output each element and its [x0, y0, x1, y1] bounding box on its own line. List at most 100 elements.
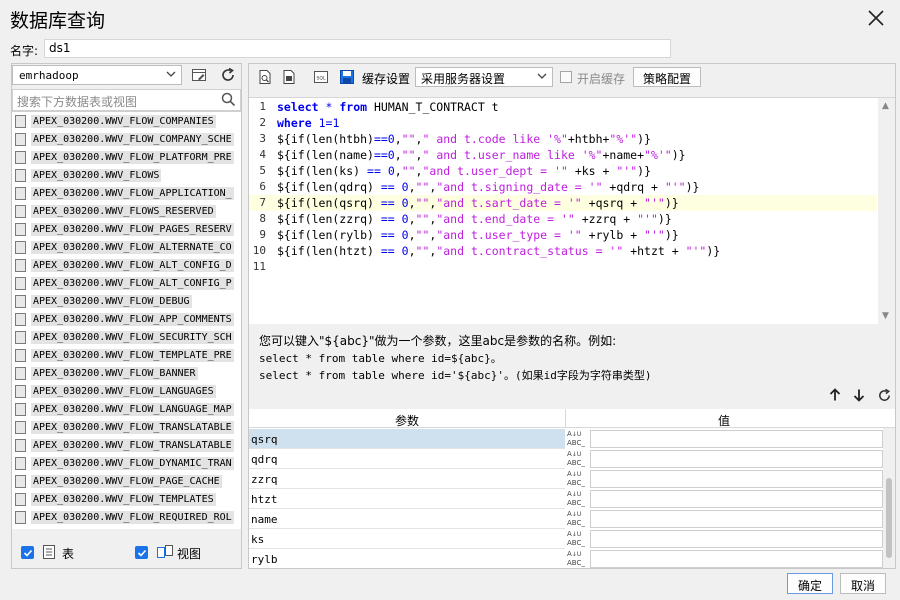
- sql-line-text: ${if(len(zzrq) == 0,"","and t.end_date =…: [277, 212, 672, 226]
- table-list-item[interactable]: APEX_030200.WWV_FLOWS_RESERVED: [12, 202, 241, 220]
- table-list-item[interactable]: APEX_030200.WWV_FLOW_TEMPLATE_PRE: [12, 346, 241, 364]
- param-type-icon[interactable]: A↓U ABC_: [567, 450, 587, 468]
- enable-cache-checkbox[interactable]: [560, 71, 572, 83]
- name-input[interactable]: ds1: [44, 39, 671, 58]
- sql-button[interactable]: SQL: [312, 68, 330, 86]
- param-type-icon[interactable]: A↓U ABC_: [567, 510, 587, 528]
- move-param-up-button[interactable]: [826, 386, 844, 404]
- table-icon: [15, 114, 26, 128]
- param-value-input[interactable]: [590, 490, 883, 508]
- export-button[interactable]: [280, 68, 298, 86]
- table-list-item[interactable]: APEX_030200.WWV_FLOW_PLATFORM_PRE: [12, 148, 241, 166]
- cancel-button[interactable]: 取消: [840, 573, 886, 594]
- refresh-icon: [222, 67, 234, 81]
- parameter-row[interactable]: zzrq A↓U ABC_: [249, 469, 883, 489]
- table-list-item[interactable]: APEX_030200.WWV_FLOW_ALT_CONFIG_P: [12, 274, 241, 292]
- preview-button[interactable]: [256, 68, 274, 86]
- move-param-down-button[interactable]: [850, 386, 868, 404]
- table-browser-panel: emrhadoop 搜索下方数据表或视图 APEX_030200.WWV_FLO…: [11, 63, 242, 569]
- param-type-icon[interactable]: A↓U ABC_: [567, 550, 587, 568]
- param-value-input[interactable]: [590, 470, 883, 488]
- preview-icon: [259, 70, 271, 84]
- parameter-row[interactable]: name A↓U ABC_: [249, 509, 883, 529]
- cache-mode-value: 采用服务器设置: [421, 72, 506, 86]
- table-list-item[interactable]: APEX_030200.WWV_FLOW_APPLICATION_: [12, 184, 241, 202]
- table-list-item[interactable]: APEX_030200.WWV_FLOW_DYNAMIC_TRAN: [12, 454, 241, 472]
- view-type-icon: [156, 544, 174, 563]
- param-value-input[interactable]: [590, 510, 883, 528]
- table-list-item[interactable]: APEX_030200.WWV_FLOW_TRANSLATABLE: [12, 418, 241, 436]
- table-list-item[interactable]: APEX_030200.WWV_FLOW_LANGUAGES: [12, 382, 241, 400]
- scrollbar-thumb[interactable]: [886, 478, 892, 558]
- param-value-input[interactable]: [590, 530, 883, 548]
- chevron-down-icon: [536, 70, 548, 85]
- table-icon: [15, 222, 26, 236]
- parameter-row[interactable]: qsrq A↓U ABC_: [249, 429, 883, 449]
- param-type-icon[interactable]: A↓U ABC_: [567, 530, 587, 548]
- chevron-down-icon: [165, 68, 177, 83]
- edit-datasource-button[interactable]: [188, 65, 210, 85]
- sql-line: 9 ${if(len(rylb) == 0,"","and t.user_type…: [249, 227, 877, 243]
- editor-scrollbar[interactable]: ▲ ▼: [878, 98, 895, 324]
- parameter-row[interactable]: rylb A↓U ABC_: [249, 549, 883, 568]
- search-icon[interactable]: [221, 92, 236, 110]
- table-list-item[interactable]: APEX_030200.WWV_FLOW_BANNER: [12, 364, 241, 382]
- parameter-row[interactable]: qdrq A↓U ABC_: [249, 449, 883, 469]
- table-list-item[interactable]: APEX_030200.WWV_FLOW_ALTERNATE_CO: [12, 238, 241, 256]
- table-search-input[interactable]: 搜索下方数据表或视图: [12, 89, 241, 111]
- table-list-item[interactable]: APEX_030200.WWV_FLOW_COMPANIES: [12, 112, 241, 130]
- close-button[interactable]: [862, 5, 890, 31]
- show-tables-checkbox[interactable]: [21, 546, 34, 559]
- table-list-item[interactable]: APEX_030200.WWV_FLOW_TEMPLATES: [12, 490, 241, 508]
- table-list-item[interactable]: APEX_030200.WWV_FLOW_REQUIRED_ROL: [12, 508, 241, 526]
- save-cache-button[interactable]: [338, 68, 356, 86]
- parameter-table-scrollbar[interactable]: [883, 428, 895, 568]
- table-icon: [15, 420, 26, 434]
- refresh-params-button[interactable]: [875, 386, 893, 404]
- param-name: zzrq: [249, 469, 565, 489]
- table-list-item[interactable]: APEX_030200.WWV_FLOW_PAGES_RESERV: [12, 220, 241, 238]
- param-type-icon[interactable]: A↓U ABC_: [567, 490, 587, 508]
- table-list-item[interactable]: APEX_030200.WWV_FLOW_LANGUAGE_MAP: [12, 400, 241, 418]
- scroll-down-icon[interactable]: ▼: [882, 311, 889, 321]
- datasource-select[interactable]: emrhadoop: [12, 65, 182, 85]
- param-value-input[interactable]: [590, 550, 883, 568]
- svg-text:SQL: SQL: [317, 76, 326, 82]
- param-value-input[interactable]: [590, 450, 883, 468]
- table-list: APEX_030200.WWV_FLOW_COMPANIES APEX_0302…: [12, 111, 241, 529]
- table-list-item[interactable]: APEX_030200.WWV_FLOW_TRANSLATABLE: [12, 436, 241, 454]
- param-name: qdrq: [249, 449, 565, 469]
- sql-line-text: ${if(len(rylb) == 0,"","and t.user_type …: [277, 228, 679, 242]
- scroll-up-icon[interactable]: ▲: [882, 101, 889, 111]
- table-list-item[interactable]: APEX_030200.WWV_FLOW_PAGE_CACHE: [12, 472, 241, 490]
- table-list-item[interactable]: APEX_030200.WWV_FLOWS: [12, 166, 241, 184]
- refresh-tables-button[interactable]: [217, 65, 239, 85]
- cache-mode-select[interactable]: 采用服务器设置: [415, 67, 553, 87]
- sql-line-text: ${if(len(name)==0,""," and t.user_name l…: [277, 148, 686, 162]
- parameter-row[interactable]: htzt A↓U ABC_: [249, 489, 883, 509]
- strategy-config-button[interactable]: 策略配置: [633, 67, 701, 87]
- line-number: 4: [259, 148, 266, 161]
- param-type-icon[interactable]: A↓U ABC_: [567, 430, 587, 448]
- ok-button[interactable]: 确定: [787, 573, 833, 594]
- sql-editor[interactable]: 1 select * from HUMAN_T_CONTRACT t 2 where…: [249, 97, 895, 324]
- table-icon: [15, 132, 26, 146]
- datasource-value: emrhadoop: [19, 69, 79, 82]
- table-list-item[interactable]: APEX_030200.WWV_FLOW_DEBUG: [12, 292, 241, 310]
- show-views-checkbox[interactable]: [135, 546, 148, 559]
- table-list-item[interactable]: APEX_030200.WWV_FLOW_ALT_CONFIG_D: [12, 256, 241, 274]
- window-title: 数据库查询: [10, 10, 106, 32]
- param-type-icon[interactable]: A↓U ABC_: [567, 470, 587, 488]
- line-number: 1: [259, 100, 266, 113]
- param-value-input[interactable]: [590, 430, 883, 448]
- param-name: name: [249, 509, 565, 529]
- parameter-row[interactable]: ks A↓U ABC_: [249, 529, 883, 549]
- table-list-item[interactable]: APEX_030200.WWV_FLOW_SECURITY_SCH: [12, 328, 241, 346]
- param-name: htzt: [249, 489, 565, 509]
- table-list-item[interactable]: APEX_030200.WWV_FLOW_COMPANY_SCHE: [12, 130, 241, 148]
- table-icon: [15, 456, 26, 470]
- line-number: 11: [252, 260, 266, 273]
- arrow-down-icon: [853, 389, 865, 402]
- table-list-item[interactable]: APEX_030200.WWV_FLOW_APP_COMMENTS: [12, 310, 241, 328]
- sql-line-text: ${if(len(qdrq) == 0,"","and t.signing_da…: [277, 180, 700, 194]
